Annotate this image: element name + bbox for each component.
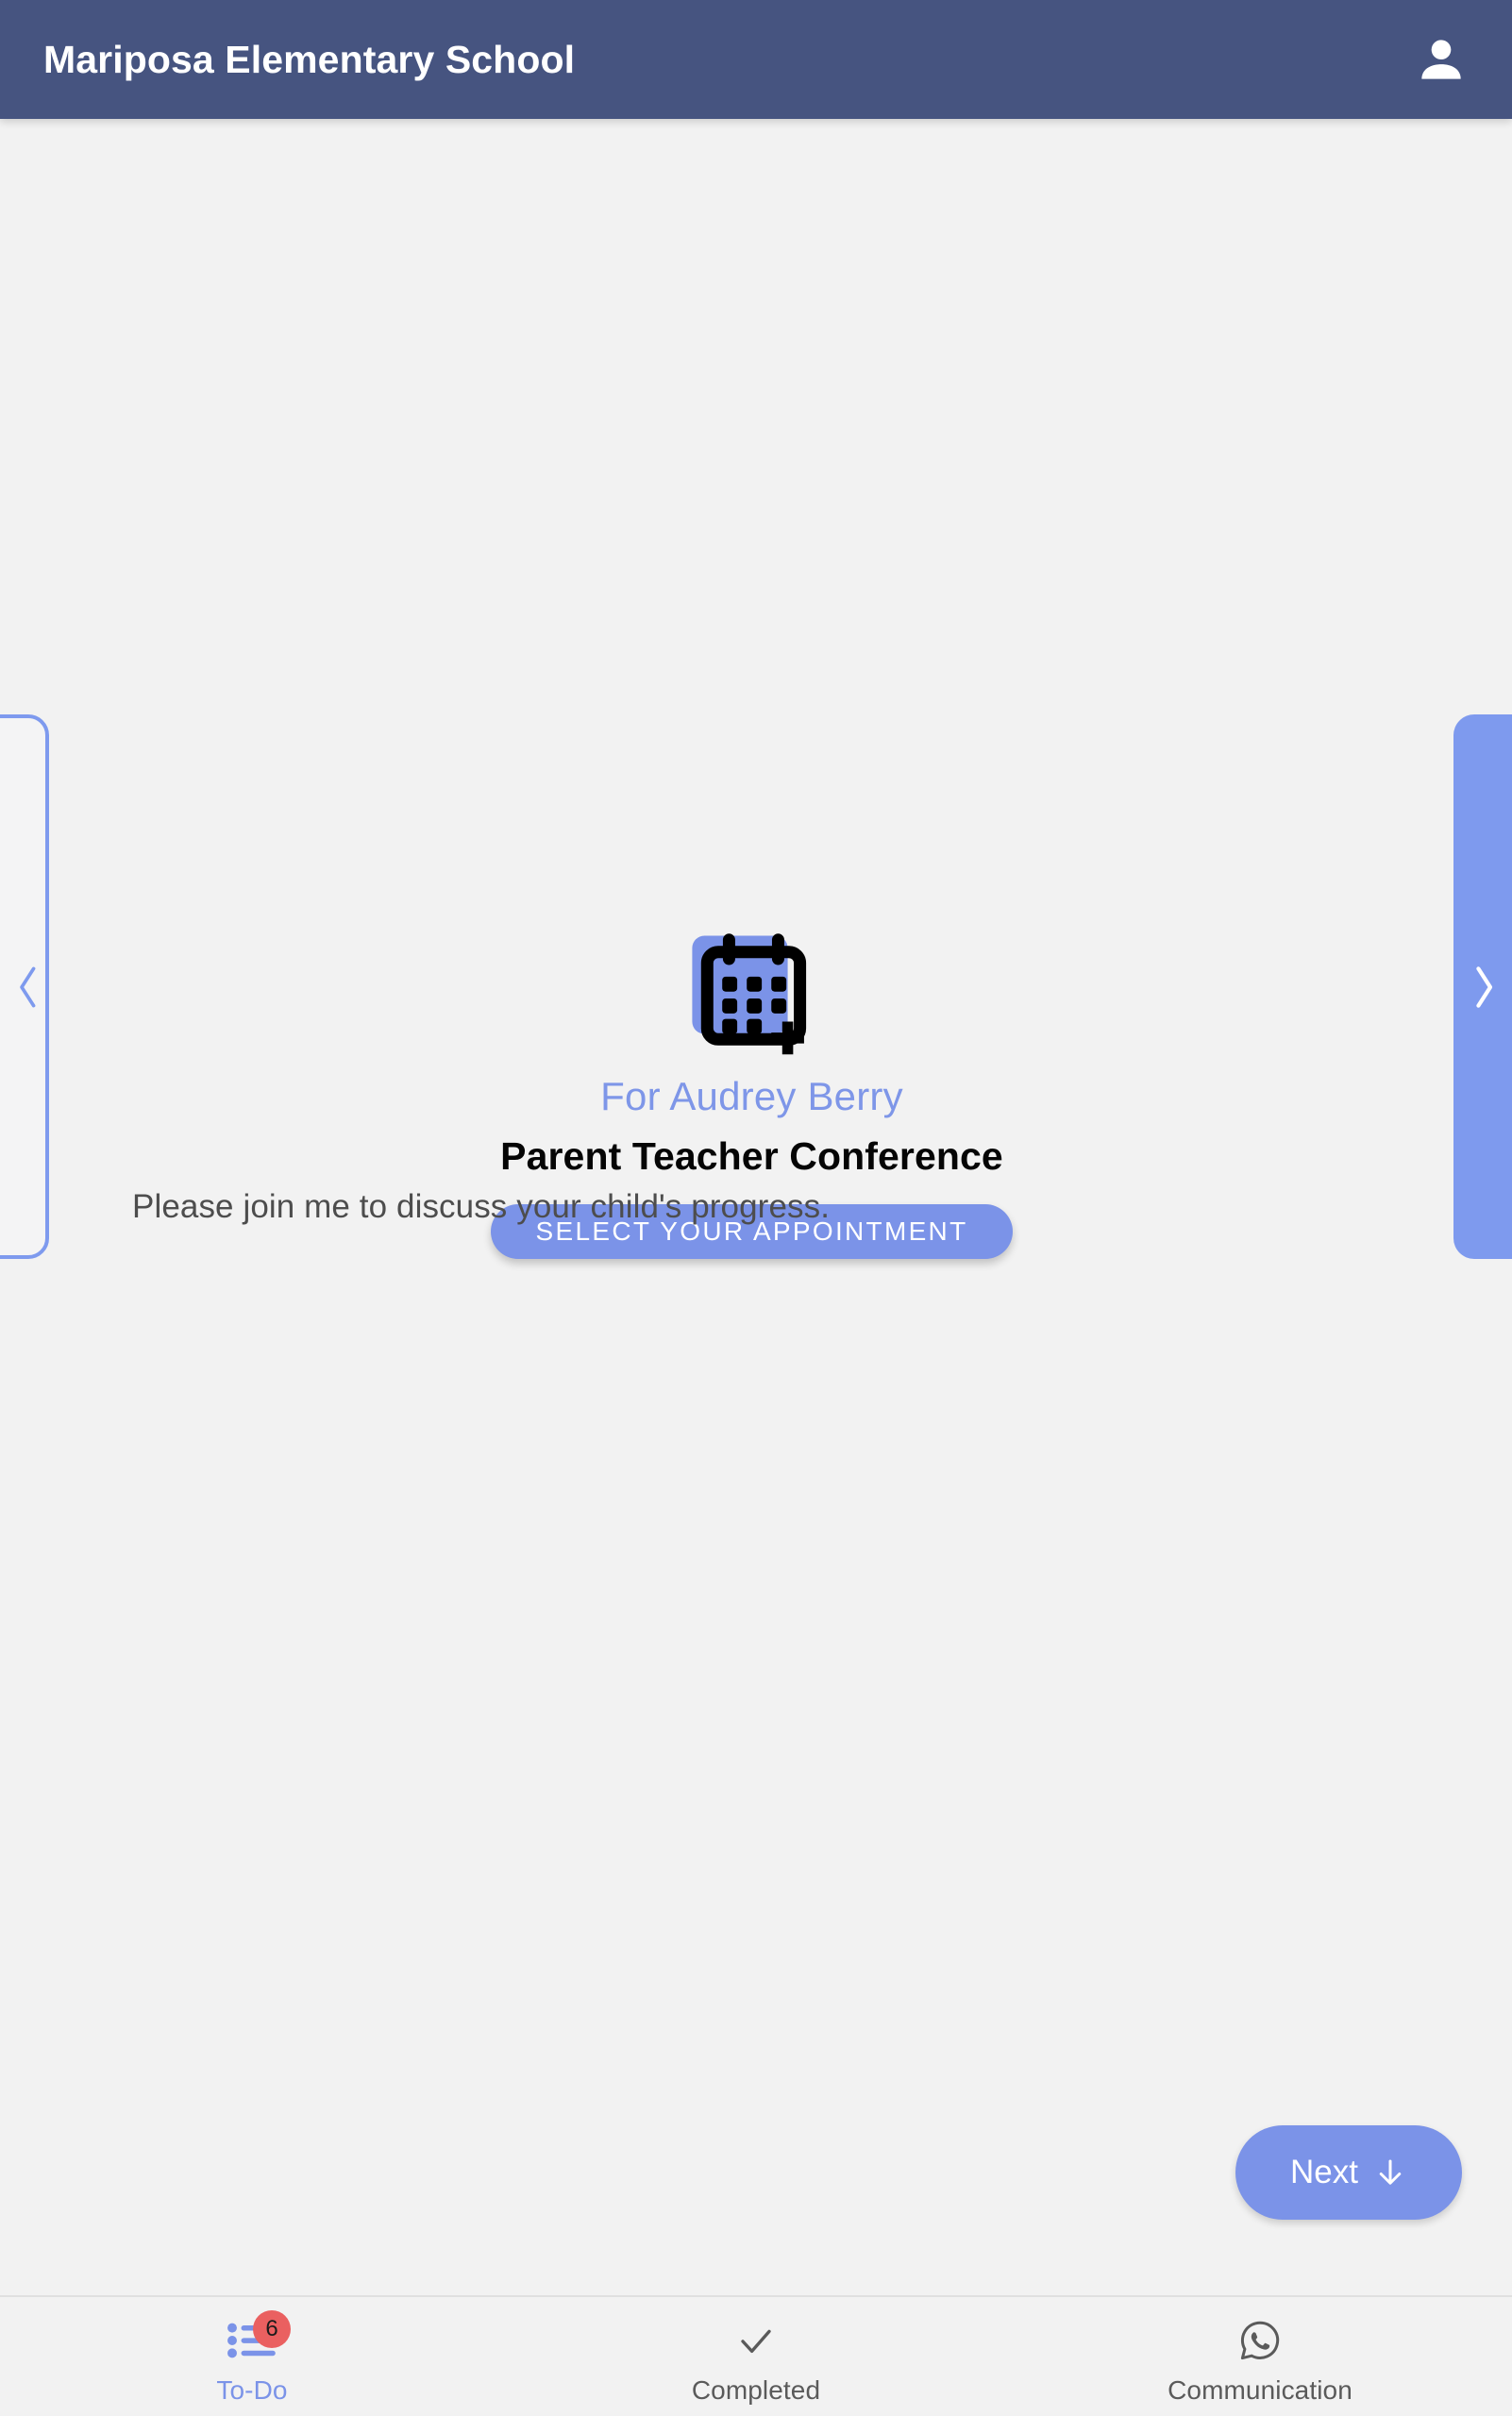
nav-item-completed[interactable]: Completed xyxy=(504,2314,1008,2406)
carousel-prev-button[interactable] xyxy=(0,714,57,1259)
nav-label-communication: Communication xyxy=(1168,2375,1352,2405)
card-title: Parent Teacher Conference xyxy=(500,1133,1003,1178)
todo-badge: 6 xyxy=(253,2310,291,2348)
check-icon xyxy=(741,2329,771,2354)
todo-icon-wrap: 6 xyxy=(219,2310,291,2367)
carousel-card-active: For Audrey Berry Parent Teacher Conferen… xyxy=(50,714,1453,1259)
account-circle-icon[interactable] xyxy=(1412,30,1470,89)
page-title: Mariposa Elementary School xyxy=(43,37,576,81)
next-button[interactable]: Next xyxy=(1235,2125,1462,2220)
whatsapp-icon xyxy=(1240,2321,1280,2360)
chevron-left-icon xyxy=(20,966,36,1007)
chevron-right-icon xyxy=(1476,965,1493,1008)
calendar-add-icon xyxy=(691,933,806,1055)
communication-icon-wrap xyxy=(1227,2314,1293,2367)
nav-label-todo: To-Do xyxy=(216,2375,288,2405)
bottom-navigation: 6 To-Do Completed Communication xyxy=(0,2295,1512,2416)
next-button-label: Next xyxy=(1290,2154,1358,2190)
nav-item-todo[interactable]: 6 To-Do xyxy=(0,2310,504,2406)
card-recipient: For Audrey Berry xyxy=(600,1073,903,1118)
nav-label-completed: Completed xyxy=(691,2375,821,2405)
completed-icon-wrap xyxy=(723,2314,789,2367)
card-description: Please join me to discuss your child's p… xyxy=(132,1188,831,1225)
carousel-next-button[interactable] xyxy=(1455,714,1512,1259)
app-bar: Mariposa Elementary School xyxy=(0,0,1512,119)
nav-item-communication[interactable]: Communication xyxy=(1008,2314,1512,2406)
arrow-down-icon xyxy=(1379,2159,1402,2185)
